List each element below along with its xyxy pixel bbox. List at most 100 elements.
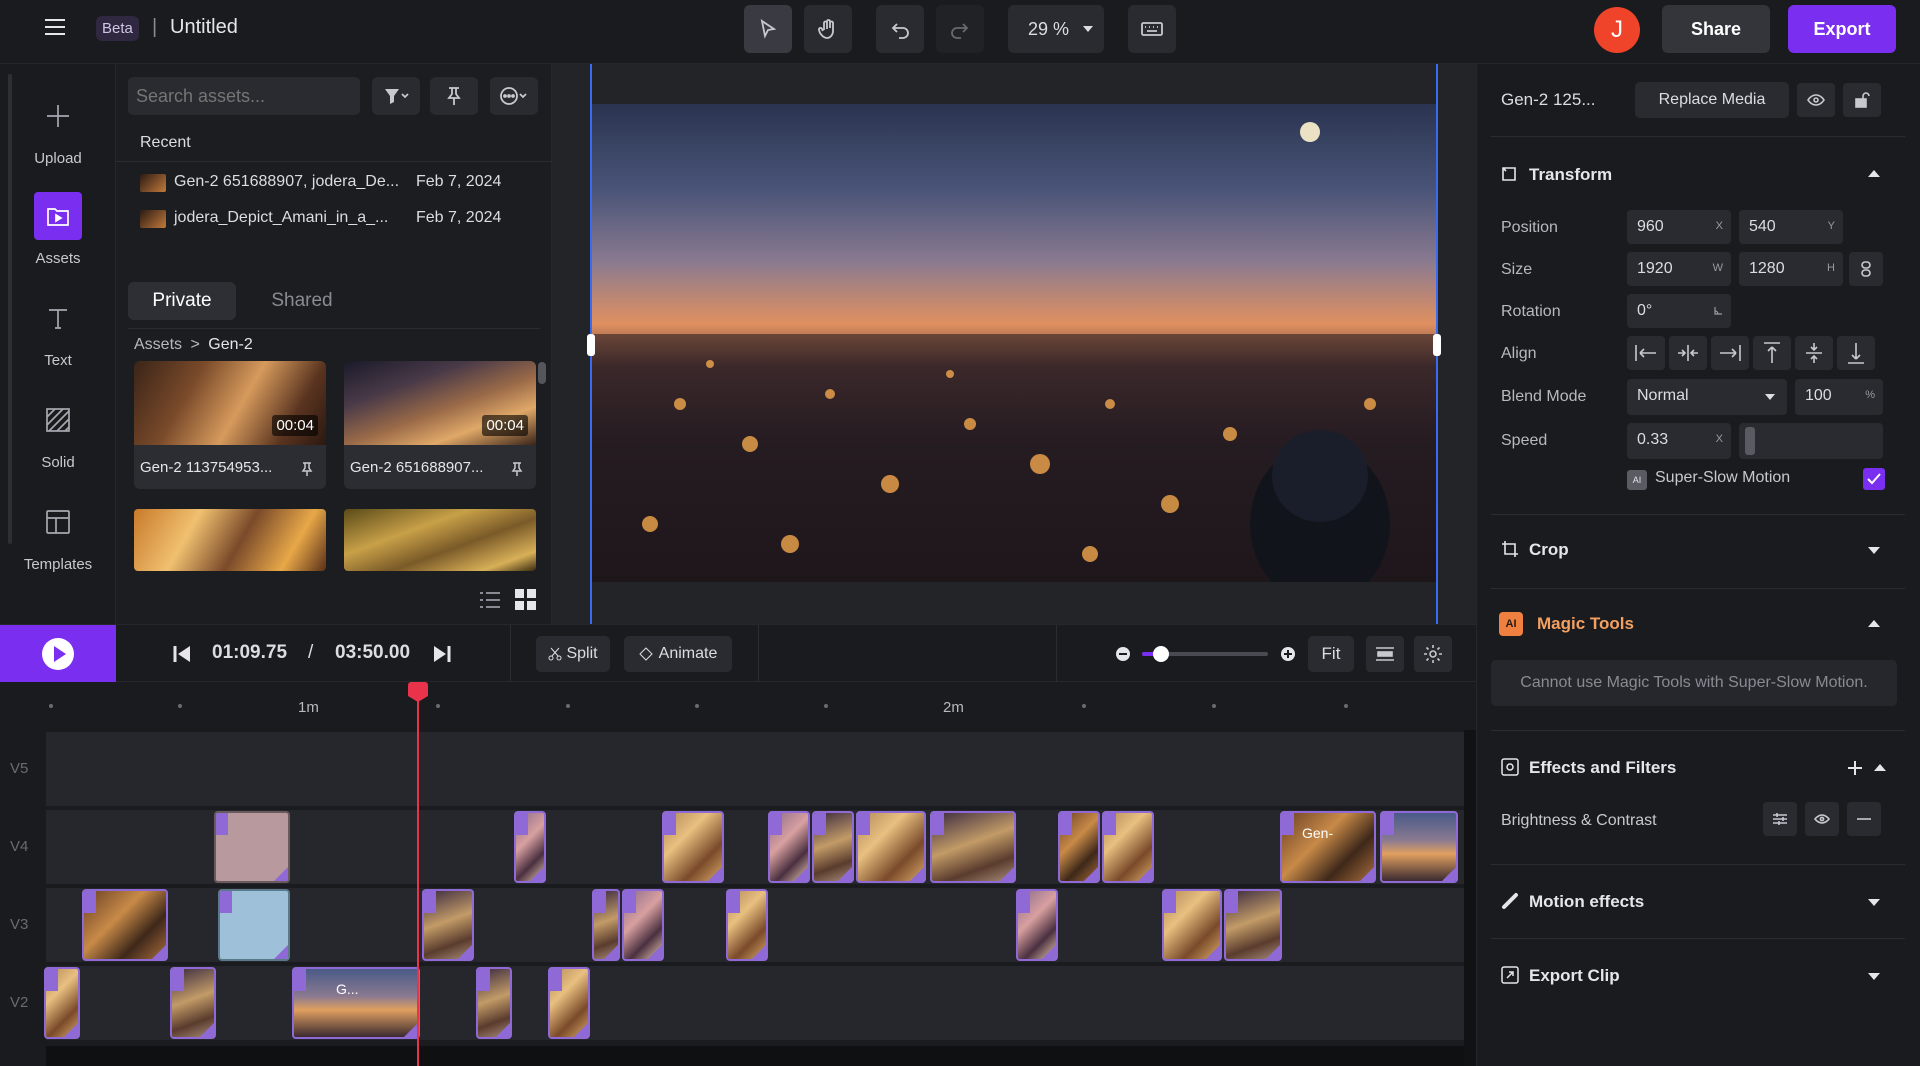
avatar[interactable]: J <box>1594 7 1640 53</box>
export-button[interactable]: Export <box>1788 5 1896 53</box>
redo-button[interactable] <box>936 5 984 53</box>
timeline-clip[interactable] <box>44 967 80 1039</box>
track-v2[interactable]: G... <box>44 966 1464 1040</box>
replace-media-button[interactable]: Replace Media <box>1635 82 1789 118</box>
list-item[interactable]: Gen-2 651688907, jodera_De... Feb 7, 202… <box>140 170 540 198</box>
opacity-input[interactable]: 100% <box>1795 379 1883 415</box>
blend-mode-select[interactable]: Normal <box>1627 379 1787 415</box>
width-input[interactable]: 1920 W <box>1627 252 1731 286</box>
asset-thumbnail[interactable] <box>344 509 536 571</box>
timeline-clip[interactable] <box>812 811 854 883</box>
tab-shared[interactable]: Shared <box>248 282 356 320</box>
undo-button[interactable] <box>876 5 924 53</box>
preview-canvas[interactable] <box>590 104 1438 582</box>
rail-item-assets[interactable]: Assets <box>0 188 116 288</box>
timeline-clip[interactable] <box>422 889 474 961</box>
timeline-clip[interactable] <box>856 811 926 883</box>
timeline-clip[interactable] <box>1058 811 1100 883</box>
timeline-clip[interactable] <box>768 811 810 883</box>
filter-button[interactable] <box>372 77 420 115</box>
effect-visibility-button[interactable] <box>1805 802 1839 836</box>
position-y-input[interactable]: 540 Y <box>1739 210 1843 244</box>
skip-forward-icon[interactable] <box>432 644 452 664</box>
expand-crop-icon[interactable] <box>1868 547 1880 554</box>
export-clip-heading[interactable]: Export Clip <box>1529 966 1620 986</box>
track-v4[interactable]: Gen- <box>46 810 1464 884</box>
timeline-scrollbar[interactable] <box>46 1046 1464 1066</box>
pin-icon[interactable] <box>510 461 524 477</box>
timeline-zoom-thumb[interactable] <box>1152 646 1169 662</box>
breadcrumb-root[interactable]: Assets <box>134 336 182 353</box>
pin-icon[interactable] <box>300 461 314 477</box>
split-button[interactable]: Split <box>536 636 610 672</box>
resize-handle[interactable] <box>587 334 595 356</box>
timeline-clip[interactable] <box>622 889 664 961</box>
timeline-clip[interactable] <box>1224 889 1282 961</box>
asset-thumbnail[interactable] <box>134 509 326 571</box>
speed-slider[interactable] <box>1739 423 1883 459</box>
time-ruler[interactable]: 1m 2m <box>0 682 1476 730</box>
visibility-button[interactable] <box>1797 83 1835 117</box>
align-top-button[interactable] <box>1753 336 1791 370</box>
timeline-clip[interactable] <box>476 967 512 1039</box>
timeline-clip[interactable] <box>930 811 1016 883</box>
add-effect-icon[interactable] <box>1847 760 1863 776</box>
timeline-clip[interactable] <box>1380 811 1458 883</box>
timeline-clip[interactable] <box>170 967 216 1039</box>
pin-button[interactable] <box>430 77 478 115</box>
rail-item-upload[interactable]: Upload <box>0 88 116 188</box>
timeline-clip[interactable] <box>218 889 290 961</box>
timeline-clip[interactable] <box>514 811 546 883</box>
effect-remove-button[interactable] <box>1847 802 1881 836</box>
aspect-lock-button[interactable] <box>1849 252 1883 286</box>
height-input[interactable]: 1280 H <box>1739 252 1843 286</box>
grid-view-icon[interactable] <box>514 588 538 612</box>
align-center-v-button[interactable] <box>1795 336 1833 370</box>
timeline-clip[interactable] <box>1162 889 1222 961</box>
tab-private[interactable]: Private <box>128 282 236 320</box>
keyboard-shortcuts-button[interactable] <box>1128 5 1176 53</box>
timeline-clip[interactable] <box>1102 811 1154 883</box>
motion-effects-heading[interactable]: Motion effects <box>1529 892 1644 912</box>
more-options-button[interactable] <box>490 77 538 115</box>
collapse-effects-icon[interactable] <box>1874 764 1886 771</box>
select-tool-button[interactable] <box>744 5 792 53</box>
timeline-clip[interactable]: G... <box>292 967 420 1039</box>
asset-card[interactable]: 00:04 Gen-2 113754953... <box>134 361 326 489</box>
asset-card[interactable]: 00:04 Gen-2 651688907... <box>344 361 536 489</box>
track-v5[interactable] <box>46 732 1464 806</box>
timeline-clip[interactable] <box>662 811 724 883</box>
collapse-transform-icon[interactable] <box>1868 170 1880 177</box>
align-right-button[interactable] <box>1711 336 1749 370</box>
timeline-clip[interactable] <box>592 889 620 961</box>
snap-button[interactable] <box>1366 636 1404 672</box>
rail-item-templates[interactable]: Templates <box>0 494 116 594</box>
track-v3[interactable] <box>46 888 1464 962</box>
crop-heading[interactable]: Crop <box>1529 540 1569 560</box>
skip-back-icon[interactable] <box>172 644 192 664</box>
hand-tool-button[interactable] <box>804 5 852 53</box>
timeline-clip[interactable] <box>214 811 290 883</box>
super-slow-motion-checkbox[interactable] <box>1863 468 1885 490</box>
timeline-clip[interactable] <box>82 889 168 961</box>
fit-button[interactable]: Fit <box>1308 636 1354 672</box>
project-title[interactable]: Untitled <box>170 16 238 39</box>
speed-input[interactable]: 0.33 X <box>1627 423 1731 459</box>
search-input[interactable] <box>128 77 360 115</box>
expand-export-clip-icon[interactable] <box>1868 973 1880 980</box>
timeline-clip[interactable] <box>1016 889 1058 961</box>
play-button[interactable] <box>0 625 116 683</box>
speed-slider-thumb[interactable] <box>1745 427 1755 455</box>
list-view-icon[interactable] <box>478 590 502 610</box>
zoom-in-icon[interactable] <box>1280 646 1296 662</box>
zoom-out-icon[interactable] <box>1115 646 1131 662</box>
rail-item-solid[interactable]: Solid <box>0 392 116 492</box>
zoom-dropdown[interactable]: 29 % <box>1008 5 1104 53</box>
animate-button[interactable]: Animate <box>624 636 732 672</box>
timeline-settings-button[interactable] <box>1414 636 1452 672</box>
timeline-clip[interactable] <box>548 967 590 1039</box>
align-left-button[interactable] <box>1627 336 1665 370</box>
list-item[interactable]: jodera_Depict_Amani_in_a_... Feb 7, 2024 <box>140 206 540 234</box>
resize-handle[interactable] <box>1433 334 1441 356</box>
position-x-input[interactable]: 960 X <box>1627 210 1731 244</box>
